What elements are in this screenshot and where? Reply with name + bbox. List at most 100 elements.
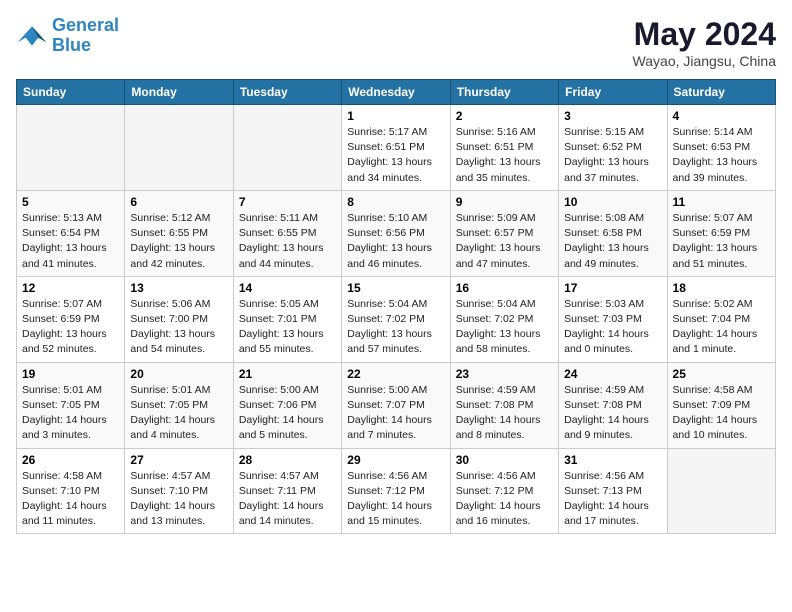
day-number: 4 [673, 109, 770, 123]
calendar-week-2: 5 Sunrise: 5:13 AM Sunset: 6:54 PM Daylig… [17, 190, 776, 276]
calendar-day [17, 105, 125, 191]
day-info: Sunrise: 5:02 AM Sunset: 7:04 PM Dayligh… [673, 297, 770, 358]
calendar-day: 29 Sunrise: 4:56 AM Sunset: 7:12 PM Dayli… [342, 448, 450, 534]
day-info: Sunrise: 5:03 AM Sunset: 7:03 PM Dayligh… [564, 297, 661, 358]
logo: General Blue [16, 16, 119, 56]
logo-text: General Blue [52, 16, 119, 56]
day-info: Sunrise: 5:17 AM Sunset: 6:51 PM Dayligh… [347, 125, 444, 186]
calendar-day: 27 Sunrise: 4:57 AM Sunset: 7:10 PM Dayli… [125, 448, 233, 534]
day-number: 15 [347, 281, 444, 295]
day-info: Sunrise: 4:56 AM Sunset: 7:12 PM Dayligh… [456, 469, 553, 530]
day-number: 10 [564, 195, 661, 209]
calendar-day [125, 105, 233, 191]
day-info: Sunrise: 4:57 AM Sunset: 7:10 PM Dayligh… [130, 469, 227, 530]
day-info: Sunrise: 5:09 AM Sunset: 6:57 PM Dayligh… [456, 211, 553, 272]
day-number: 29 [347, 453, 444, 467]
day-info: Sunrise: 5:01 AM Sunset: 7:05 PM Dayligh… [130, 383, 227, 444]
calendar-day: 15 Sunrise: 5:04 AM Sunset: 7:02 PM Dayli… [342, 276, 450, 362]
day-info: Sunrise: 5:07 AM Sunset: 6:59 PM Dayligh… [22, 297, 119, 358]
title-block: May 2024 Wayao, Jiangsu, China [633, 16, 776, 69]
day-info: Sunrise: 5:00 AM Sunset: 7:06 PM Dayligh… [239, 383, 336, 444]
calendar-day: 20 Sunrise: 5:01 AM Sunset: 7:05 PM Dayli… [125, 362, 233, 448]
day-info: Sunrise: 5:11 AM Sunset: 6:55 PM Dayligh… [239, 211, 336, 272]
calendar-header-row: SundayMondayTuesdayWednesdayThursdayFrid… [17, 80, 776, 105]
calendar-week-5: 26 Sunrise: 4:58 AM Sunset: 7:10 PM Dayli… [17, 448, 776, 534]
day-info: Sunrise: 5:10 AM Sunset: 6:56 PM Dayligh… [347, 211, 444, 272]
calendar-day: 28 Sunrise: 4:57 AM Sunset: 7:11 PM Dayli… [233, 448, 341, 534]
day-info: Sunrise: 5:08 AM Sunset: 6:58 PM Dayligh… [564, 211, 661, 272]
day-number: 22 [347, 367, 444, 381]
day-info: Sunrise: 4:56 AM Sunset: 7:13 PM Dayligh… [564, 469, 661, 530]
day-info: Sunrise: 4:56 AM Sunset: 7:12 PM Dayligh… [347, 469, 444, 530]
day-number: 19 [22, 367, 119, 381]
day-info: Sunrise: 5:13 AM Sunset: 6:54 PM Dayligh… [22, 211, 119, 272]
day-number: 27 [130, 453, 227, 467]
day-info: Sunrise: 5:07 AM Sunset: 6:59 PM Dayligh… [673, 211, 770, 272]
day-number: 5 [22, 195, 119, 209]
day-number: 25 [673, 367, 770, 381]
day-number: 24 [564, 367, 661, 381]
day-header-wednesday: Wednesday [342, 80, 450, 105]
day-number: 13 [130, 281, 227, 295]
calendar-day: 14 Sunrise: 5:05 AM Sunset: 7:01 PM Dayli… [233, 276, 341, 362]
day-number: 17 [564, 281, 661, 295]
day-number: 23 [456, 367, 553, 381]
day-info: Sunrise: 5:16 AM Sunset: 6:51 PM Dayligh… [456, 125, 553, 186]
calendar-day: 2 Sunrise: 5:16 AM Sunset: 6:51 PM Daylig… [450, 105, 558, 191]
calendar-day: 22 Sunrise: 5:00 AM Sunset: 7:07 PM Dayli… [342, 362, 450, 448]
day-number: 28 [239, 453, 336, 467]
location: Wayao, Jiangsu, China [633, 53, 776, 69]
day-number: 9 [456, 195, 553, 209]
day-number: 18 [673, 281, 770, 295]
calendar-day: 23Sunrise: 4:59 AM Sunset: 7:08 PM Dayli… [450, 362, 558, 448]
calendar-day: 7 Sunrise: 5:11 AM Sunset: 6:55 PM Daylig… [233, 190, 341, 276]
day-header-sunday: Sunday [17, 80, 125, 105]
day-number: 7 [239, 195, 336, 209]
day-header-friday: Friday [559, 80, 667, 105]
day-header-thursday: Thursday [450, 80, 558, 105]
day-number: 14 [239, 281, 336, 295]
calendar-day [667, 448, 775, 534]
calendar-week-4: 19 Sunrise: 5:01 AM Sunset: 7:05 PM Dayli… [17, 362, 776, 448]
calendar-day: 19 Sunrise: 5:01 AM Sunset: 7:05 PM Dayli… [17, 362, 125, 448]
day-info: Sunrise: 5:15 AM Sunset: 6:52 PM Dayligh… [564, 125, 661, 186]
calendar-week-1: 1Sunrise: 5:17 AM Sunset: 6:51 PM Daylig… [17, 105, 776, 191]
day-number: 11 [673, 195, 770, 209]
day-number: 20 [130, 367, 227, 381]
calendar-day: 21Sunrise: 5:00 AM Sunset: 7:06 PM Dayli… [233, 362, 341, 448]
day-info: Sunrise: 4:57 AM Sunset: 7:11 PM Dayligh… [239, 469, 336, 530]
page-header: General Blue May 2024 Wayao, Jiangsu, Ch… [16, 16, 776, 69]
calendar-day: 16Sunrise: 5:04 AM Sunset: 7:02 PM Dayli… [450, 276, 558, 362]
day-info: Sunrise: 4:58 AM Sunset: 7:10 PM Dayligh… [22, 469, 119, 530]
calendar-day: 31Sunrise: 4:56 AM Sunset: 7:13 PM Dayli… [559, 448, 667, 534]
day-number: 26 [22, 453, 119, 467]
calendar-day: 13Sunrise: 5:06 AM Sunset: 7:00 PM Dayli… [125, 276, 233, 362]
day-number: 6 [130, 195, 227, 209]
calendar-day [233, 105, 341, 191]
day-number: 8 [347, 195, 444, 209]
day-header-saturday: Saturday [667, 80, 775, 105]
calendar-day: 10 Sunrise: 5:08 AM Sunset: 6:58 PM Dayli… [559, 190, 667, 276]
calendar-day: 4 Sunrise: 5:14 AM Sunset: 6:53 PM Daylig… [667, 105, 775, 191]
day-info: Sunrise: 5:04 AM Sunset: 7:02 PM Dayligh… [347, 297, 444, 358]
calendar-day: 30 Sunrise: 4:56 AM Sunset: 7:12 PM Dayli… [450, 448, 558, 534]
calendar-day: 24Sunrise: 4:59 AM Sunset: 7:08 PM Dayli… [559, 362, 667, 448]
calendar-day: 25Sunrise: 4:58 AM Sunset: 7:09 PM Dayli… [667, 362, 775, 448]
day-header-tuesday: Tuesday [233, 80, 341, 105]
day-info: Sunrise: 5:14 AM Sunset: 6:53 PM Dayligh… [673, 125, 770, 186]
day-info: Sunrise: 5:04 AM Sunset: 7:02 PM Dayligh… [456, 297, 553, 358]
day-number: 3 [564, 109, 661, 123]
day-info: Sunrise: 5:00 AM Sunset: 7:07 PM Dayligh… [347, 383, 444, 444]
logo-icon [16, 20, 48, 52]
calendar-day: 3 Sunrise: 5:15 AM Sunset: 6:52 PM Daylig… [559, 105, 667, 191]
logo-line1: General [52, 15, 119, 35]
calendar-day: 11 Sunrise: 5:07 AM Sunset: 6:59 PM Dayli… [667, 190, 775, 276]
day-info: Sunrise: 5:05 AM Sunset: 7:01 PM Dayligh… [239, 297, 336, 358]
day-number: 30 [456, 453, 553, 467]
calendar-day: 8 Sunrise: 5:10 AM Sunset: 6:56 PM Daylig… [342, 190, 450, 276]
day-number: 2 [456, 109, 553, 123]
day-info: Sunrise: 5:01 AM Sunset: 7:05 PM Dayligh… [22, 383, 119, 444]
calendar-day: 9 Sunrise: 5:09 AM Sunset: 6:57 PM Daylig… [450, 190, 558, 276]
month-title: May 2024 [633, 16, 776, 53]
calendar-day: 17 Sunrise: 5:03 AM Sunset: 7:03 PM Dayli… [559, 276, 667, 362]
